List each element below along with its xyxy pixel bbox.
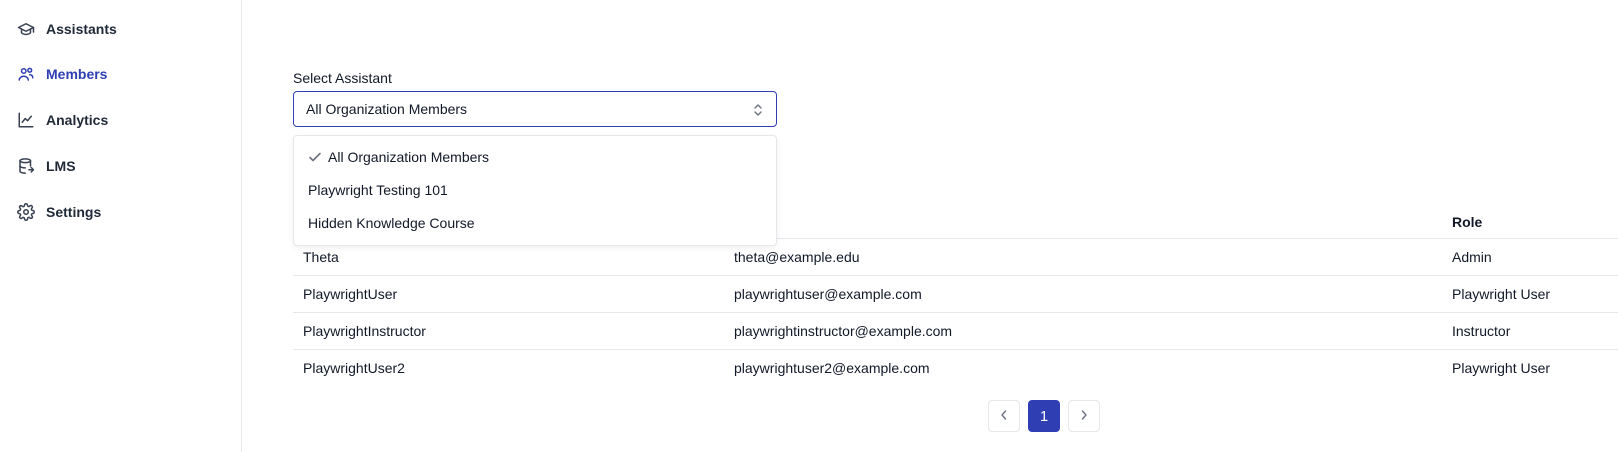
sidebar-item-settings[interactable]: Settings [16,198,101,226]
column-header-role: Role [1452,214,1483,230]
chevron-right-icon [1079,408,1089,424]
next-page-button[interactable] [1068,400,1100,432]
chevron-up-down-icon [752,101,764,119]
sidebar-item-assistants[interactable]: Assistants [16,15,117,43]
main-content: Select Assistant All Organization Member… [243,0,1618,452]
select-assistant-label: Select Assistant [293,70,392,86]
member-email: playwrightuser2@example.com [734,360,930,376]
table-row: PlaywrightUser playwrightuser@example.co… [293,276,1618,313]
member-email: theta@example.edu [734,249,860,265]
sidebar-item-label: LMS [46,158,76,174]
sidebar-item-label: Settings [46,204,102,220]
assistant-select[interactable]: All Organization Members [293,91,777,127]
page-button-current[interactable]: 1 [1028,400,1060,432]
pagination: 1 [988,400,1100,432]
chart-line-icon [16,110,36,130]
users-icon [16,64,36,84]
sidebar-item-lms[interactable]: LMS [16,152,76,180]
sidebar-item-members[interactable]: Members [16,60,107,88]
dropdown-option-label: Hidden Knowledge Course [308,215,475,231]
sidebar-item-label: Assistants [46,21,117,37]
member-role: Admin [1452,249,1492,265]
table-row: PlaywrightUser2 playwrightuser2@example.… [293,350,1618,387]
member-name: PlaywrightUser [303,286,398,302]
sidebar-item-label: Members [46,66,108,82]
dropdown-option-label: All Organization Members [328,149,490,165]
chevron-left-icon [999,408,1009,424]
sidebar-item-label: Analytics [46,112,109,128]
dropdown-option-playwright-testing[interactable]: Playwright Testing 101 [294,174,776,206]
member-role: Instructor [1452,323,1511,339]
graduation-cap-icon [16,19,36,39]
database-icon [16,156,36,176]
member-name: Theta [303,249,339,265]
dropdown-option-all-members[interactable]: All Organization Members [294,141,776,173]
previous-page-button[interactable] [988,400,1020,432]
sidebar-item-analytics[interactable]: Analytics [16,106,108,134]
check-icon [308,150,322,164]
dropdown-option-hidden-knowledge[interactable]: Hidden Knowledge Course [294,207,776,239]
sidebar: Assistants Members Analytics LMS Setting… [0,0,242,452]
assistant-dropdown-menu: All Organization Members Playwright Test… [293,135,777,246]
gear-icon [16,202,36,222]
assistant-select-value: All Organization Members [306,101,468,117]
member-email: playwrightinstructor@example.com [734,323,953,339]
member-name: PlaywrightInstructor [303,323,426,339]
member-name: PlaywrightUser2 [303,360,405,376]
dropdown-option-label: Playwright Testing 101 [308,182,448,198]
member-email: playwrightuser@example.com [734,286,922,302]
member-role: Playwright User [1452,360,1551,376]
table-row: PlaywrightInstructor playwrightinstructo… [293,313,1618,350]
member-role: Playwright User [1452,286,1551,302]
